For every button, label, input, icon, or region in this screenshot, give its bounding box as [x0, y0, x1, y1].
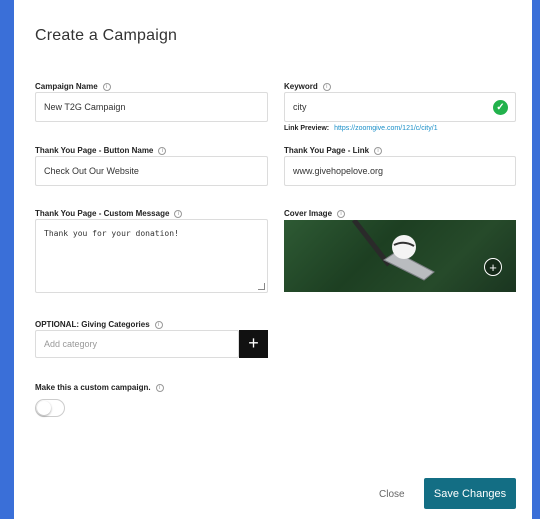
info-icon[interactable]: i	[158, 146, 167, 155]
cover-image-label: Cover Image i	[284, 209, 346, 218]
keyword-input[interactable]: city ✓	[284, 92, 516, 122]
ty-link-input[interactable]: www.givehopelove.org	[284, 156, 516, 186]
toggle-knob	[37, 401, 51, 415]
link-preview: Link Preview: https://zoomgive.com/121/c…	[284, 125, 438, 132]
add-category-button[interactable]: +	[239, 330, 268, 358]
ty-link-label: Thank You Page - Link i	[284, 146, 383, 155]
ty-message-label: Thank You Page - Custom Message i	[35, 209, 183, 218]
club-shaft	[352, 220, 391, 267]
check-circle-icon: ✓	[493, 100, 508, 115]
info-icon[interactable]: i	[337, 209, 346, 218]
plus-icon: +	[248, 333, 259, 353]
keyword-label: Keyword i	[284, 82, 331, 91]
modal-title: Create a Campaign	[35, 27, 178, 44]
close-button[interactable]: Close	[379, 489, 405, 500]
info-icon[interactable]: i	[374, 146, 383, 155]
golf-ball-club-image	[352, 220, 435, 281]
ty-message-textarea[interactable]: Thank you for your donation!	[35, 219, 268, 293]
link-preview-url[interactable]: https://zoomgive.com/121/c/city/1	[334, 125, 438, 132]
add-category-input[interactable]: Add category	[35, 330, 239, 358]
add-image-icon[interactable]: +	[484, 258, 502, 276]
info-icon[interactable]: i	[102, 82, 111, 91]
info-icon[interactable]: i	[154, 320, 163, 329]
info-icon[interactable]: i	[155, 383, 164, 392]
ty-button-name-input[interactable]: Check Out Our Website	[35, 156, 268, 186]
info-icon[interactable]: i	[322, 82, 331, 91]
cover-image: +	[284, 220, 516, 292]
info-icon[interactable]: i	[174, 209, 183, 218]
create-campaign-modal: Create a Campaign Campaign Name i New T2…	[14, 0, 532, 519]
campaign-name-label: Campaign Name i	[35, 82, 111, 91]
campaign-name-input[interactable]: New T2G Campaign	[35, 92, 268, 122]
golf-ball	[392, 235, 416, 259]
ty-button-name-label: Thank You Page - Button Name i	[35, 146, 167, 155]
giving-categories-label: OPTIONAL: Giving Categories i	[35, 320, 163, 329]
custom-campaign-label: Make this a custom campaign. i	[35, 383, 164, 392]
resize-handle[interactable]	[258, 283, 265, 290]
save-changes-button[interactable]: Save Changes	[424, 478, 516, 509]
custom-campaign-toggle[interactable]	[35, 399, 65, 417]
